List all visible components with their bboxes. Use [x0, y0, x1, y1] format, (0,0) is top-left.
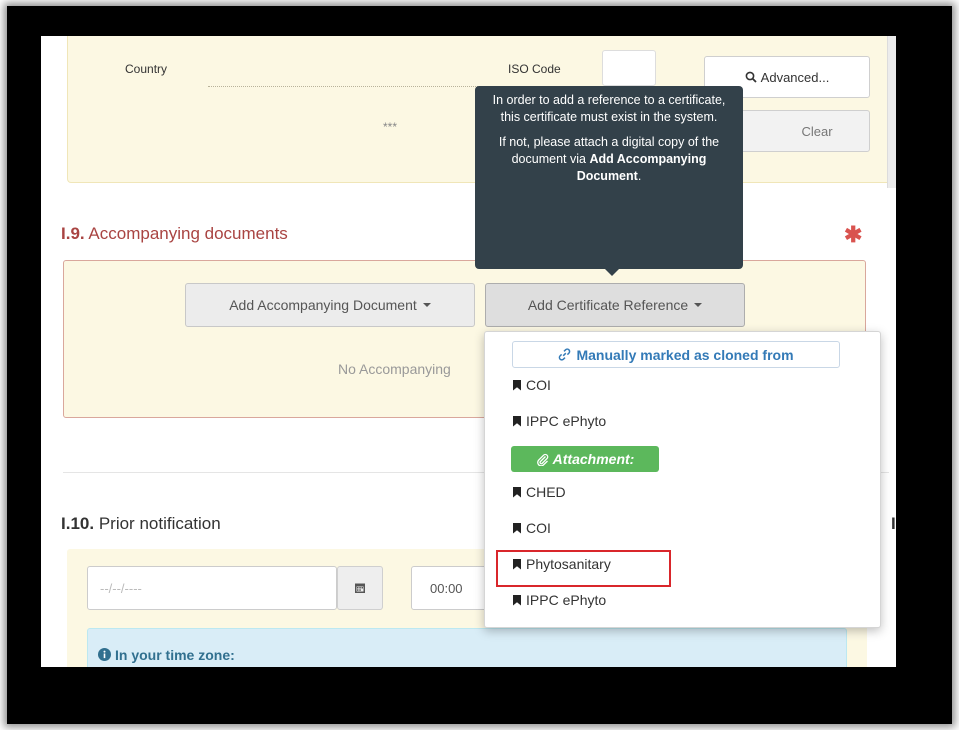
accompanying-section-number: I.9. — [61, 224, 85, 243]
calendar-icon — [355, 583, 365, 593]
prior-notification-title: I.10. Prior notification — [61, 514, 221, 534]
bookmark-icon — [513, 522, 521, 534]
required-icon: ✱ — [844, 222, 863, 247]
tooltip-hint-link: Add Accompanying Document — [576, 152, 707, 183]
add-accompanying-document-button[interactable]: Add Accompanying Document — [185, 283, 475, 327]
advanced-button-label: Advanced... — [760, 69, 830, 85]
search-icon — [745, 71, 757, 83]
iso-code-input[interactable] — [602, 50, 656, 86]
add-accompanying-document-label: Add Accompanying Document — [229, 297, 417, 313]
chevron-down-icon — [694, 303, 703, 307]
accompanying-section-title: I.9. Accompanying documents — [61, 224, 288, 244]
accompanying-section-label: Accompanying documents — [88, 224, 288, 243]
menu-item-label: IPPC ePhyto — [526, 592, 607, 608]
bookmark-icon — [513, 415, 521, 427]
chevron-down-icon — [422, 303, 431, 307]
country-label: Country — [125, 62, 168, 76]
country-field-line — [208, 85, 478, 87]
panel-scrollbar[interactable] — [887, 36, 896, 188]
timezone-info-box: In your time zone: — [87, 628, 847, 667]
no-accompanying-text: No Accompanying — [338, 361, 451, 377]
clear-button-label: Clear — [801, 123, 833, 139]
tooltip-hint-end: . — [637, 169, 642, 183]
add-certificate-reference-button[interactable]: Add Certificate Reference — [485, 283, 745, 327]
menu-item-label: IPPC ePhyto — [526, 413, 607, 429]
screenshot-frame: Country *** ISO Code Advanced... Clear I… — [7, 6, 952, 724]
cloned-from-label: Manually marked as cloned from — [576, 346, 794, 363]
timezone-label: In your time zone: — [115, 647, 235, 663]
cloned-from-header: Manually marked as cloned from — [512, 341, 840, 368]
prior-notification-label: Prior notification — [98, 514, 221, 533]
prior-notification-number: I.10. — [61, 514, 95, 533]
time-input[interactable]: 00:00 — [411, 566, 491, 610]
country-ellipsis: *** — [383, 120, 398, 134]
tooltip-arrow — [605, 269, 619, 276]
bookmark-icon — [513, 486, 521, 498]
next-section-number: I. — [891, 514, 896, 533]
paperclip-icon — [536, 453, 548, 466]
info-icon — [98, 648, 111, 661]
menu-item-cloned-coi[interactable]: COI — [513, 377, 551, 393]
menu-item-cloned-ippc-ephyto[interactable]: IPPC ePhyto — [513, 413, 606, 429]
phytosanitary-highlight-box — [496, 550, 671, 587]
date-input[interactable]: --/--/---- — [87, 566, 337, 610]
calendar-button[interactable] — [337, 566, 383, 610]
app-screen: Country *** ISO Code Advanced... Clear I… — [41, 36, 896, 667]
bookmark-icon — [513, 594, 521, 606]
menu-item-label: COI — [526, 520, 551, 536]
menu-item-label: CHED — [526, 484, 566, 500]
menu-item-coi[interactable]: COI — [513, 520, 551, 536]
tooltip-message: In order to add a reference to a certifi… — [492, 93, 726, 124]
menu-item-ippc-ephyto[interactable]: IPPC ePhyto — [513, 592, 606, 608]
menu-item-label: COI — [526, 377, 551, 393]
link-icon — [559, 348, 571, 361]
attachment-header: Attachment: — [511, 446, 659, 472]
bookmark-icon — [513, 379, 521, 391]
add-certificate-reference-label: Add Certificate Reference — [527, 297, 689, 313]
attachment-label: Attachment: — [552, 451, 635, 467]
certificate-reference-tooltip: In order to add a reference to a certifi… — [475, 86, 743, 269]
iso-code-label: ISO Code — [508, 62, 561, 76]
menu-item-ched[interactable]: CHED — [513, 484, 566, 500]
date-placeholder: --/--/---- — [100, 580, 142, 596]
time-value: 00:00 — [430, 580, 463, 596]
tooltip-hint: If not, please attach a digital copy of … — [485, 134, 733, 185]
